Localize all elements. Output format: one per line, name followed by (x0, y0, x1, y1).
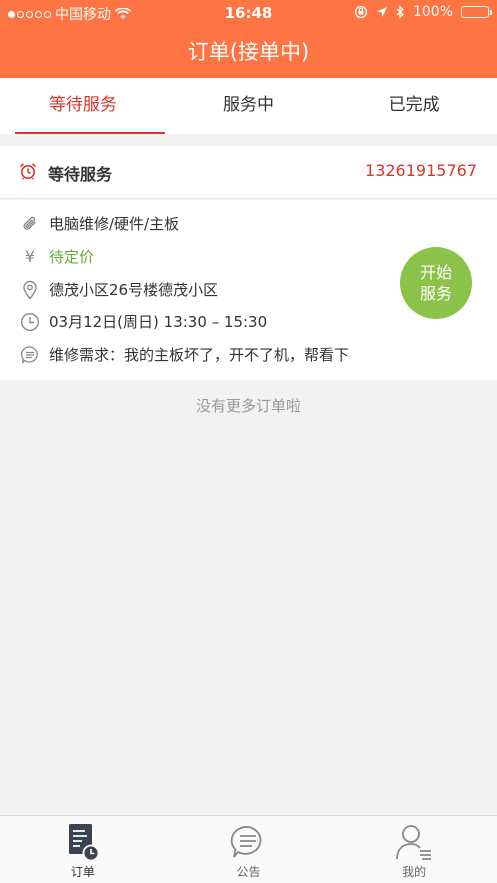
bluetooth-icon (396, 5, 404, 19)
orders-icon (68, 824, 100, 862)
tab-waiting[interactable]: 等待服务 (0, 78, 166, 134)
start-button-label-line2: 服务 (419, 284, 452, 303)
tabbar-item-orders[interactable]: 订单 (0, 816, 166, 883)
profile-icon (396, 825, 432, 860)
yuan-icon: ¥ (24, 247, 36, 266)
order-card-body[interactable]: 电脑维修/硬件/主板 ¥ 待定价 德茂小区26号楼德茂小区 03月12日(周日)… (0, 200, 497, 380)
tabbar-item-announcements[interactable]: 公告 (166, 816, 332, 883)
requirement-row: 维修需求：我的主板坏了，开不了机，帮看下 (20, 344, 349, 365)
alarm-clock-icon (19, 163, 37, 180)
tab-completed[interactable]: 已完成 (331, 78, 497, 134)
order-status: 等待服务 (48, 165, 113, 184)
customer-phone[interactable]: 13261915767 (365, 161, 477, 180)
status-bar: 中国移动 16:48 100% (0, 0, 497, 26)
location-arrow-icon (376, 7, 387, 17)
price-row: ¥ 待定价 (20, 246, 94, 267)
battery-percent: 100% (412, 4, 453, 20)
announcement-icon (231, 826, 262, 858)
order-card-header: 等待服务 13261915767 (0, 146, 497, 199)
tabbar-item-profile[interactable]: 我的 (331, 816, 497, 883)
service-time: 03月12日(周日) 13:30 – 15:30 (49, 313, 268, 331)
orientation-lock-icon (354, 5, 368, 19)
price-status: 待定价 (49, 248, 95, 266)
order-tabs: 等待服务 服务中 已完成 (0, 78, 497, 134)
header: 中国移动 16:48 100% 订单(接单中) (0, 0, 497, 78)
tab-in-service[interactable]: 服务中 (166, 78, 332, 134)
bottom-tab-bar: 订单 公告 我的 (0, 815, 497, 883)
tabbar-label-orders: 订单 (70, 865, 95, 879)
list-end-message: 没有更多订单啦 (195, 397, 301, 415)
service-address: 德茂小区26号楼德茂小区 (49, 281, 219, 299)
clock-icon (20, 312, 40, 332)
repair-requirement: 维修需求：我的主板坏了，开不了机，帮看下 (49, 346, 350, 364)
tabbar-label-announcements: 公告 (236, 865, 261, 879)
paperclip-icon (20, 214, 40, 234)
time-row: 03月12日(周日) 13:30 – 15:30 (20, 311, 267, 332)
start-button-label-line1: 开始 (419, 263, 452, 282)
message-icon (20, 345, 40, 365)
location-pin-icon (20, 280, 40, 300)
battery-icon (461, 6, 492, 18)
address-row: 德茂小区26号楼德茂小区 (20, 279, 218, 300)
page-title: 订单(接单中) (187, 40, 310, 64)
tabbar-label-profile: 我的 (402, 865, 427, 879)
status-bar-right: 100% (354, 4, 492, 20)
service-category: 电脑维修/硬件/主板 (49, 215, 180, 233)
category-row: 电脑维修/硬件/主板 (20, 213, 179, 234)
start-service-button[interactable]: 开始 服务 (400, 247, 472, 319)
